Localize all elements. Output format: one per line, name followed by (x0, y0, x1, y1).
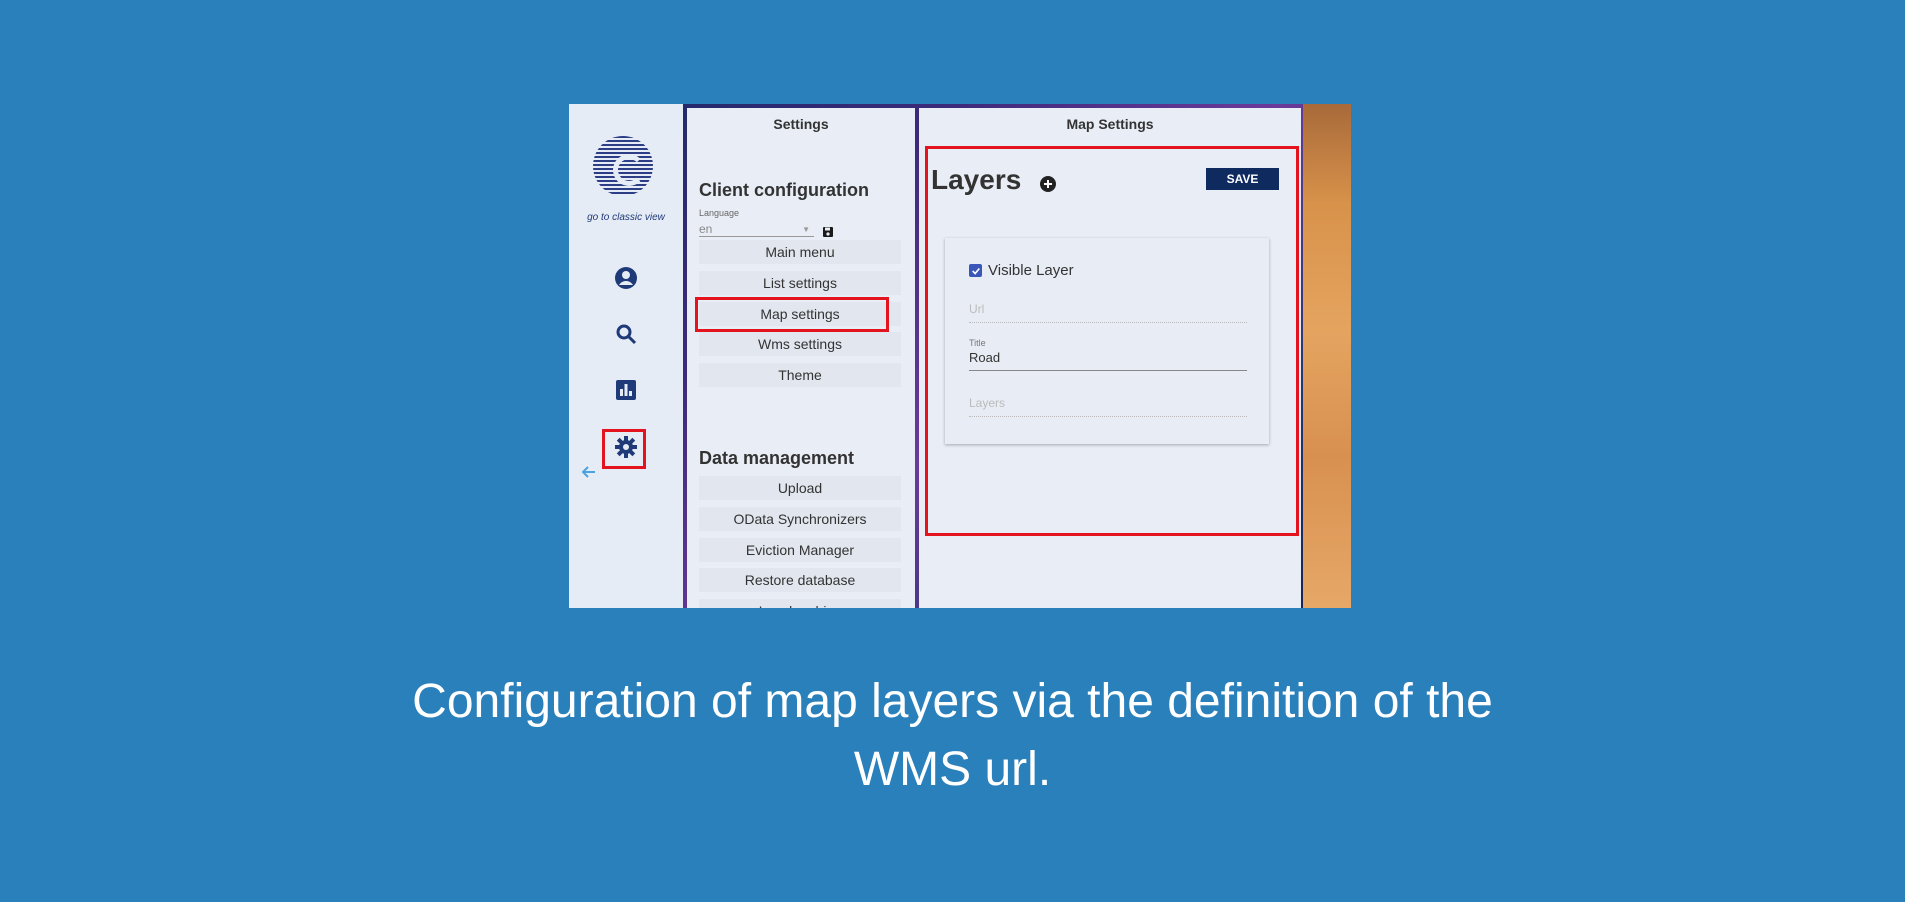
app-screenshot: go to classic view Settings Client confi… (569, 104, 1351, 608)
language-value: en (699, 222, 713, 236)
agency-logo-icon (593, 136, 653, 196)
menu-item-restore-database[interactable]: Restore database (699, 568, 901, 592)
client-config-heading: Client configuration (699, 180, 869, 200)
settings-highlight-box (602, 429, 646, 469)
chart-icon[interactable] (612, 376, 640, 404)
search-icon[interactable] (612, 320, 640, 348)
menu-item-main-menu[interactable]: Main menu (699, 240, 901, 264)
account-icon[interactable] (612, 264, 640, 292)
map-settings-panel: Map Settings Layers SAVE Visible Layer U… (919, 108, 1301, 608)
save-icon[interactable] (822, 225, 834, 237)
caption-line-1: Configuration of map layers via the defi… (412, 675, 1493, 728)
classic-view-link[interactable]: go to classic view (569, 212, 683, 223)
menu-item-list-settings[interactable]: List settings (699, 271, 901, 295)
menu-item-eviction-manager[interactable]: Eviction Manager (699, 538, 901, 562)
satellite-background (1303, 104, 1351, 608)
caption-line-2: WMS url. (853, 743, 1052, 796)
language-select[interactable]: en ▼ (699, 222, 814, 237)
slide-caption: Configuration of map layers via the defi… (0, 668, 1905, 804)
map-settings-title: Map Settings (1066, 116, 1154, 132)
settings-title: Settings (773, 116, 829, 132)
language-label: Language (699, 208, 740, 218)
menu-item-theme[interactable]: Theme (699, 363, 901, 387)
left-navbar: go to classic view (569, 104, 683, 608)
back-arrow-icon[interactable] (579, 462, 599, 482)
layers-highlight-box (925, 146, 1299, 536)
menu-item-local-archive[interactable]: Local archive (699, 599, 901, 608)
menu-item-wms-settings[interactable]: Wms settings (699, 332, 901, 356)
dropdown-arrow-icon: ▼ (802, 225, 810, 234)
settings-panel: Settings Client configuration Language e… (687, 108, 915, 608)
data-management-heading: Data management (699, 448, 855, 468)
menu-item-upload[interactable]: Upload (699, 476, 901, 500)
menu-item-odata-synchronizers[interactable]: OData Synchronizers (699, 507, 901, 531)
map-settings-highlight-box (695, 297, 889, 332)
